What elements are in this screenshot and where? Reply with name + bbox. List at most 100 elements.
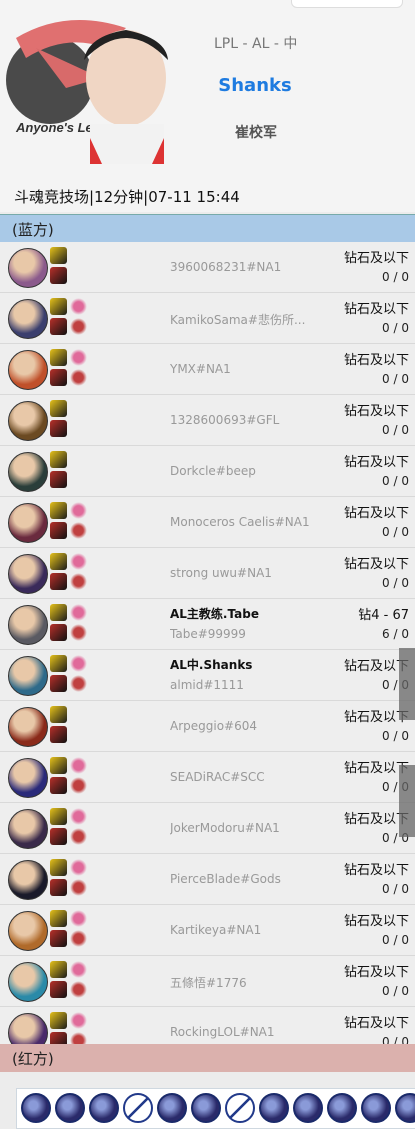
player-name[interactable]: 3960068231#NA1 <box>170 260 315 274</box>
player-row[interactable]: 3960068231#NA1 钻石及以下 0 / 0 <box>0 242 415 293</box>
player-row[interactable]: Dorkcle#beep 钻石及以下 0 / 0 <box>0 446 415 497</box>
secondary-rune-icon <box>70 675 87 692</box>
primary-rune-icon <box>70 553 87 570</box>
item-icon[interactable] <box>259 1093 289 1123</box>
secondary-rune-icon <box>70 573 87 590</box>
player-name[interactable]: Dorkcle#beep <box>170 464 315 478</box>
champion-icon[interactable] <box>8 656 48 696</box>
player-row[interactable]: SEADiRAC#SCC 钻石及以下 0 / 0 <box>0 752 415 803</box>
player-row[interactable]: YMX#NA1 钻石及以下 0 / 0 <box>0 344 415 395</box>
empty-slot-icon[interactable] <box>123 1093 153 1123</box>
player-row[interactable]: 1328600693#GFL 钻石及以下 0 / 0 <box>0 395 415 446</box>
summoner-spell-icon <box>50 369 67 386</box>
player-kda: 0 / 0 <box>382 882 409 896</box>
item-icon[interactable] <box>21 1093 51 1123</box>
player-name[interactable]: PierceBlade#Gods <box>170 872 315 886</box>
player-row[interactable]: PierceBlade#Gods 钻石及以下 0 / 0 <box>0 854 415 905</box>
player-kda: 0 / 0 <box>382 576 409 590</box>
champion-icon[interactable] <box>8 860 48 900</box>
scrollbar-thumb[interactable] <box>399 648 415 720</box>
champion-icon[interactable] <box>8 758 48 798</box>
champion-icon[interactable] <box>8 401 48 441</box>
player-name[interactable]: YMX#NA1 <box>170 362 315 376</box>
secondary-rune-icon <box>70 879 87 896</box>
player-kda: 0 / 0 <box>382 729 409 743</box>
profile-header: Anyone's Legend LPL - AL - 中 Shanks 崔校军 … <box>0 0 415 212</box>
item-icon[interactable] <box>361 1093 391 1123</box>
scrollbar-thumb[interactable] <box>399 765 415 837</box>
champion-icon[interactable] <box>8 452 48 492</box>
summoner-spell-icon <box>50 726 67 743</box>
player-kda: 0 / 0 <box>382 321 409 335</box>
player-rank: 钻4 - 67 <box>358 608 409 623</box>
champion-icon[interactable] <box>8 248 48 288</box>
player-name[interactable]: JokerModoru#NA1 <box>170 821 315 835</box>
player-row[interactable]: KamikoSama#悲伤所... 钻石及以下 0 / 0 <box>0 293 415 344</box>
summoner-spell-icon <box>50 318 67 335</box>
primary-rune-icon <box>70 961 87 978</box>
item-icon[interactable] <box>89 1093 119 1123</box>
champion-icon[interactable] <box>8 962 48 1002</box>
player-kda: 0 / 0 <box>382 474 409 488</box>
champion-icon[interactable] <box>8 503 48 543</box>
champion-icon[interactable] <box>8 911 48 951</box>
red-team-header: (红方) <box>0 1044 415 1072</box>
champion-icon[interactable] <box>8 554 48 594</box>
player-rank: 钻石及以下 <box>343 1016 409 1031</box>
item-icon[interactable] <box>293 1093 323 1123</box>
player-row[interactable]: Arpeggio#604 钻石及以下 0 / 0 <box>0 701 415 752</box>
player-name[interactable]: 五條悟#1776 <box>170 974 315 991</box>
player-row[interactable]: Monoceros Caelis#NA1 钻石及以下 0 / 0 <box>0 497 415 548</box>
player-row[interactable]: 五條悟#1776 钻石及以下 0 / 0 <box>0 956 415 1007</box>
player-name[interactable]: Monoceros Caelis#NA1 <box>170 515 315 529</box>
player-name[interactable]: SEADiRAC#SCC <box>170 770 315 784</box>
player-row[interactable]: strong uwu#NA1 钻石及以下 0 / 0 <box>0 548 415 599</box>
champion-icon[interactable] <box>8 350 48 390</box>
pro-player-name[interactable]: AL主教练.Tabe <box>170 605 259 622</box>
summoner-spell-icon <box>50 879 67 896</box>
player-display-name[interactable]: Shanks <box>190 75 320 96</box>
champion-icon[interactable] <box>8 809 48 849</box>
match-info: 斗魂竞技场|12分钟|07-11 15:44 <box>14 188 240 206</box>
player-kda: 0 / 0 <box>382 933 409 947</box>
player-name[interactable]: Kartikeya#NA1 <box>170 923 315 937</box>
primary-rune-icon <box>70 910 87 927</box>
item-icon[interactable] <box>395 1093 415 1123</box>
summoner-spell-flash-icon <box>50 808 67 825</box>
player-name[interactable]: Tabe#99999 <box>170 627 315 641</box>
secondary-rune-icon <box>70 624 87 641</box>
player-name[interactable]: 1328600693#GFL <box>170 413 315 427</box>
summoner-spell-flash-icon <box>50 298 67 315</box>
summoner-spell-icon <box>50 930 67 947</box>
item-icon[interactable] <box>327 1093 357 1123</box>
item-icon[interactable] <box>157 1093 187 1123</box>
player-row[interactable]: AL主教练.Tabe Tabe#99999 钻4 - 67 6 / 0 <box>0 599 415 650</box>
player-rank: 钻石及以下 <box>343 557 409 572</box>
summoner-spell-flash-icon <box>50 553 67 570</box>
player-name[interactable]: almid#1111 <box>170 678 315 692</box>
primary-rune-icon <box>70 349 87 366</box>
player-row[interactable]: Kartikeya#NA1 钻石及以下 0 / 0 <box>0 905 415 956</box>
pro-player-name[interactable]: AL中.Shanks <box>170 656 252 673</box>
item-icon[interactable] <box>55 1093 85 1123</box>
summoner-spell-flash-icon <box>50 910 67 927</box>
player-row[interactable]: AL中.Shanks almid#1111 钻石及以下 0 / 0 <box>0 650 415 701</box>
player-name[interactable]: strong uwu#NA1 <box>170 566 315 580</box>
player-rank: 钻石及以下 <box>343 455 409 470</box>
primary-rune-icon <box>70 1012 87 1029</box>
champion-icon[interactable] <box>8 707 48 747</box>
summoner-spell-flash-icon <box>50 604 67 621</box>
player-name[interactable]: Arpeggio#604 <box>170 719 315 733</box>
primary-rune-icon <box>70 808 87 825</box>
summoner-spell-flash-icon <box>50 655 67 672</box>
player-row[interactable]: JokerModoru#NA1 钻石及以下 0 / 0 <box>0 803 415 854</box>
player-kda: 0 / 0 <box>382 984 409 998</box>
champion-icon[interactable] <box>8 299 48 339</box>
empty-slot-icon[interactable] <box>225 1093 255 1123</box>
champion-icon[interactable] <box>8 605 48 645</box>
primary-rune-icon <box>70 298 87 315</box>
item-icon[interactable] <box>191 1093 221 1123</box>
player-name[interactable]: RockingLOL#NA1 <box>170 1025 315 1039</box>
player-name[interactable]: KamikoSama#悲伤所... <box>170 311 315 328</box>
secondary-rune-icon <box>70 828 87 845</box>
